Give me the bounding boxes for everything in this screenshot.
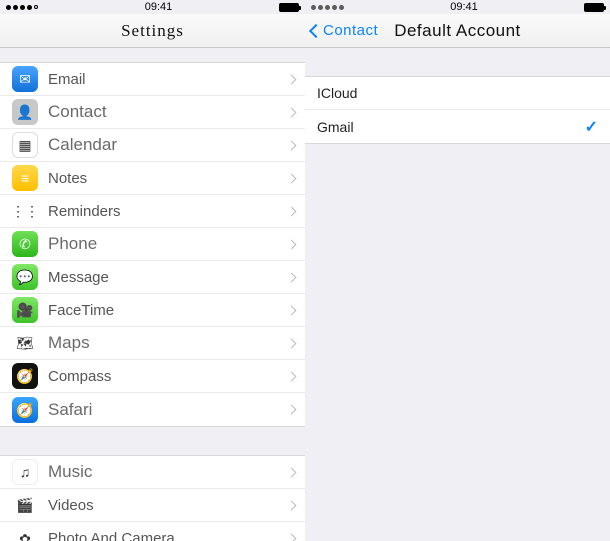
settings-title: Settings	[0, 14, 305, 48]
maps-icon: 🗺	[12, 330, 38, 356]
chevron-right-icon	[287, 338, 297, 348]
detail-header: Contact Default Account	[305, 14, 610, 48]
battery-icon	[279, 3, 299, 12]
chevron-right-icon	[287, 206, 297, 216]
row-label: FaceTime	[48, 302, 288, 319]
safari-icon: 🧭	[12, 397, 38, 423]
account-label: ICloud	[317, 85, 598, 101]
settings-row-videos[interactable]: 🎬 Videos	[0, 489, 305, 522]
status-time: 09:41	[450, 1, 478, 13]
signal-dots-icon	[311, 5, 344, 10]
chevron-right-icon	[287, 140, 297, 150]
photo-icon: ✿	[12, 526, 38, 541]
notes-icon: ≡	[12, 165, 38, 191]
row-label: Safari	[48, 400, 288, 420]
message-icon: 💬	[12, 264, 38, 290]
account-label: Gmail	[317, 119, 585, 135]
account-row-icloud[interactable]: ICloud	[305, 77, 610, 110]
row-label: Videos	[48, 497, 288, 514]
mail-icon: ✉	[12, 66, 38, 92]
settings-row-facetime[interactable]: 🎥 FaceTime	[0, 294, 305, 327]
chevron-left-icon	[309, 23, 323, 37]
reminders-icon: ⋮⋮	[12, 198, 38, 224]
settings-row-safari[interactable]: 🧭 Safari	[0, 393, 305, 426]
detail-pane: 09:41 Contact Default Account ICloud Gmai…	[305, 0, 610, 541]
settings-row-mail[interactable]: ✉ Email	[0, 63, 305, 96]
settings-row-compass[interactable]: 🧭 Compass	[0, 360, 305, 393]
row-label: Photo And Camera	[48, 530, 288, 541]
detail-title: Default Account	[394, 21, 521, 41]
settings-row-phone[interactable]: ✆ Phone	[0, 228, 305, 261]
chevron-right-icon	[287, 534, 297, 541]
row-label: Message	[48, 269, 288, 286]
checkmark-icon: ✓	[585, 117, 598, 137]
chevron-right-icon	[287, 239, 297, 249]
row-label: Compass	[48, 368, 288, 385]
row-label: Reminders	[48, 203, 288, 220]
settings-list[interactable]: ✉ Email 👤 Contact ▦ Calendar ≡ Notes ⋮⋮ Reminders…	[0, 48, 305, 541]
calendar-icon: ▦	[12, 132, 38, 158]
status-bar-right: 09:41	[305, 0, 610, 14]
music-icon: ♫	[12, 459, 38, 485]
settings-row-notes[interactable]: ≡ Notes	[0, 162, 305, 195]
chevron-right-icon	[287, 500, 297, 510]
row-label: Music	[48, 462, 288, 482]
compass-icon: 🧭	[12, 363, 38, 389]
row-label: Phone	[48, 234, 288, 254]
chevron-right-icon	[287, 272, 297, 282]
chevron-right-icon	[287, 371, 297, 381]
row-label: Contact	[48, 102, 288, 122]
chevron-right-icon	[287, 107, 297, 117]
account-row-gmail[interactable]: Gmail✓	[305, 110, 610, 143]
chevron-right-icon	[287, 173, 297, 183]
chevron-right-icon	[287, 467, 297, 477]
settings-row-music[interactable]: ♫ Music	[0, 456, 305, 489]
facetime-icon: 🎥	[12, 297, 38, 323]
settings-row-contact[interactable]: 👤 Contact	[0, 96, 305, 129]
back-label: Contact	[323, 22, 378, 39]
settings-row-message[interactable]: 💬 Message	[0, 261, 305, 294]
row-label: Maps	[48, 333, 288, 353]
row-label: Email	[48, 71, 288, 88]
status-time: 09:41	[145, 1, 173, 13]
row-label: Notes	[48, 170, 288, 187]
signal-dots-icon	[6, 5, 38, 10]
chevron-right-icon	[287, 405, 297, 415]
phone-icon: ✆	[12, 231, 38, 257]
status-bar-left: 09:41	[0, 0, 305, 14]
settings-row-photo[interactable]: ✿ Photo And Camera	[0, 522, 305, 541]
chevron-right-icon	[287, 74, 297, 84]
detail-list: ICloud Gmail✓	[305, 48, 610, 541]
settings-row-reminders[interactable]: ⋮⋮ Reminders	[0, 195, 305, 228]
row-label: Calendar	[48, 135, 288, 155]
battery-icon	[584, 3, 604, 12]
videos-icon: 🎬	[12, 492, 38, 518]
back-button[interactable]: Contact	[311, 22, 378, 39]
settings-row-maps[interactable]: 🗺 Maps	[0, 327, 305, 360]
settings-row-calendar[interactable]: ▦ Calendar	[0, 129, 305, 162]
settings-pane: 09:41 Settings ✉ Email 👤 Contact ▦ Calendar ≡ N…	[0, 0, 305, 541]
chevron-right-icon	[287, 305, 297, 315]
contact-icon: 👤	[12, 99, 38, 125]
